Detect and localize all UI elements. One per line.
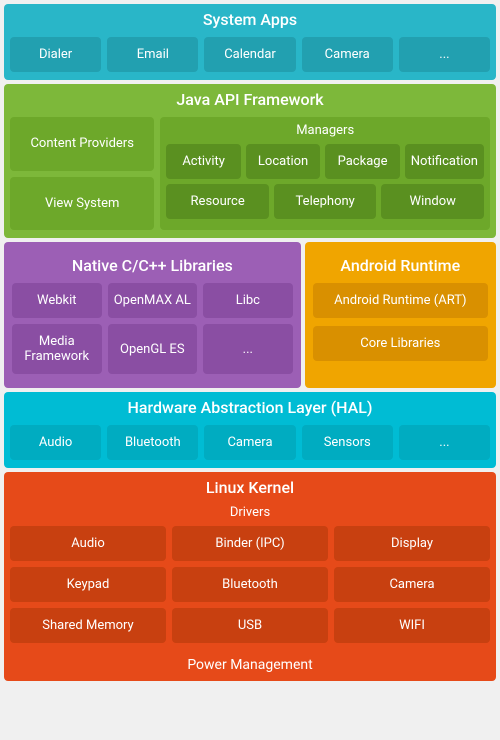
chip-email: Email: [107, 37, 198, 72]
chip-keypad: Keypad: [10, 567, 166, 602]
native-row1: Webkit OpenMAX AL Libc: [12, 283, 293, 318]
kernel-row2: Keypad Bluetooth Camera: [10, 567, 490, 602]
chip-libc: Libc: [203, 283, 293, 318]
android-runtime-layer: Android Runtime Android Runtime (ART) Co…: [305, 242, 496, 388]
chip-more-native: ...: [203, 324, 293, 374]
managers-row2: Resource Telephony Window: [166, 184, 484, 219]
middle-row: Native C/C++ Libraries Webkit OpenMAX AL…: [4, 242, 496, 388]
chip-telephony: Telephony: [274, 184, 377, 219]
hal-title: Hardware Abstraction Layer (HAL): [4, 392, 496, 425]
chip-more-hal: ...: [399, 425, 490, 460]
managers-title: Managers: [166, 123, 484, 138]
java-api-layer: Java API Framework Content Providers Vie…: [4, 84, 496, 238]
native-row2: Media Framework OpenGL ES ...: [12, 324, 293, 374]
chip-media-fw: Media Framework: [12, 324, 102, 374]
chip-view-system: View System: [10, 177, 154, 231]
chip-shared-memory: Shared Memory: [10, 608, 166, 643]
chip-notification: Notification: [405, 144, 484, 179]
java-api-title: Java API Framework: [4, 84, 496, 117]
android-runtime-title: Android Runtime: [313, 250, 488, 283]
kernel-layer: Linux Kernel Drivers Audio Binder (IPC) …: [4, 472, 496, 681]
chip-camera-hal: Camera: [204, 425, 295, 460]
chip-calendar: Calendar: [204, 37, 295, 72]
chip-usb: USB: [172, 608, 328, 643]
native-title: Native C/C++ Libraries: [12, 250, 293, 283]
system-apps-row: Dialer Email Calendar Camera ...: [4, 37, 496, 80]
chip-bluetooth-hal: Bluetooth: [107, 425, 198, 460]
chip-opengl: OpenGL ES: [108, 324, 198, 374]
java-left: Content Providers View System: [10, 117, 154, 230]
chip-camera-kernel: Camera: [334, 567, 490, 602]
kernel-inner: Drivers Audio Binder (IPC) Display Keypa…: [4, 505, 496, 643]
chip-sensors-hal: Sensors: [302, 425, 393, 460]
java-right: Managers Activity Location Package Notif…: [160, 117, 490, 230]
chip-audio-hal: Audio: [10, 425, 101, 460]
drivers-title: Drivers: [10, 505, 490, 520]
chip-package: Package: [325, 144, 399, 179]
power-management: Power Management: [4, 649, 496, 681]
chip-webkit: Webkit: [12, 283, 102, 318]
chip-more-sys: ...: [399, 37, 490, 72]
chip-openmax: OpenMAX AL: [108, 283, 198, 318]
chip-window: Window: [381, 184, 484, 219]
chip-dialer: Dialer: [10, 37, 101, 72]
chip-content-providers: Content Providers: [10, 117, 154, 171]
chip-resource: Resource: [166, 184, 269, 219]
kernel-row3: Shared Memory USB WIFI: [10, 608, 490, 643]
chip-audio-kernel: Audio: [10, 526, 166, 561]
managers-row1: Activity Location Package Notification: [166, 144, 484, 179]
chip-activity: Activity: [166, 144, 240, 179]
system-apps-layer: System Apps Dialer Email Calendar Camera…: [4, 4, 496, 80]
chip-art: Android Runtime (ART): [313, 283, 488, 318]
chip-binder: Binder (IPC): [172, 526, 328, 561]
chip-display: Display: [334, 526, 490, 561]
kernel-title: Linux Kernel: [4, 472, 496, 505]
chip-bluetooth-kernel: Bluetooth: [172, 567, 328, 602]
kernel-row1: Audio Binder (IPC) Display: [10, 526, 490, 561]
chip-camera-sys: Camera: [302, 37, 393, 72]
hal-layer: Hardware Abstraction Layer (HAL) Audio B…: [4, 392, 496, 468]
java-inner: Content Providers View System Managers A…: [4, 117, 496, 238]
system-apps-title: System Apps: [4, 4, 496, 37]
chip-wifi: WIFI: [334, 608, 490, 643]
chip-location: Location: [246, 144, 320, 179]
chip-core-libs: Core Libraries: [313, 326, 488, 361]
hal-row: Audio Bluetooth Camera Sensors ...: [4, 425, 496, 468]
native-layer: Native C/C++ Libraries Webkit OpenMAX AL…: [4, 242, 301, 388]
